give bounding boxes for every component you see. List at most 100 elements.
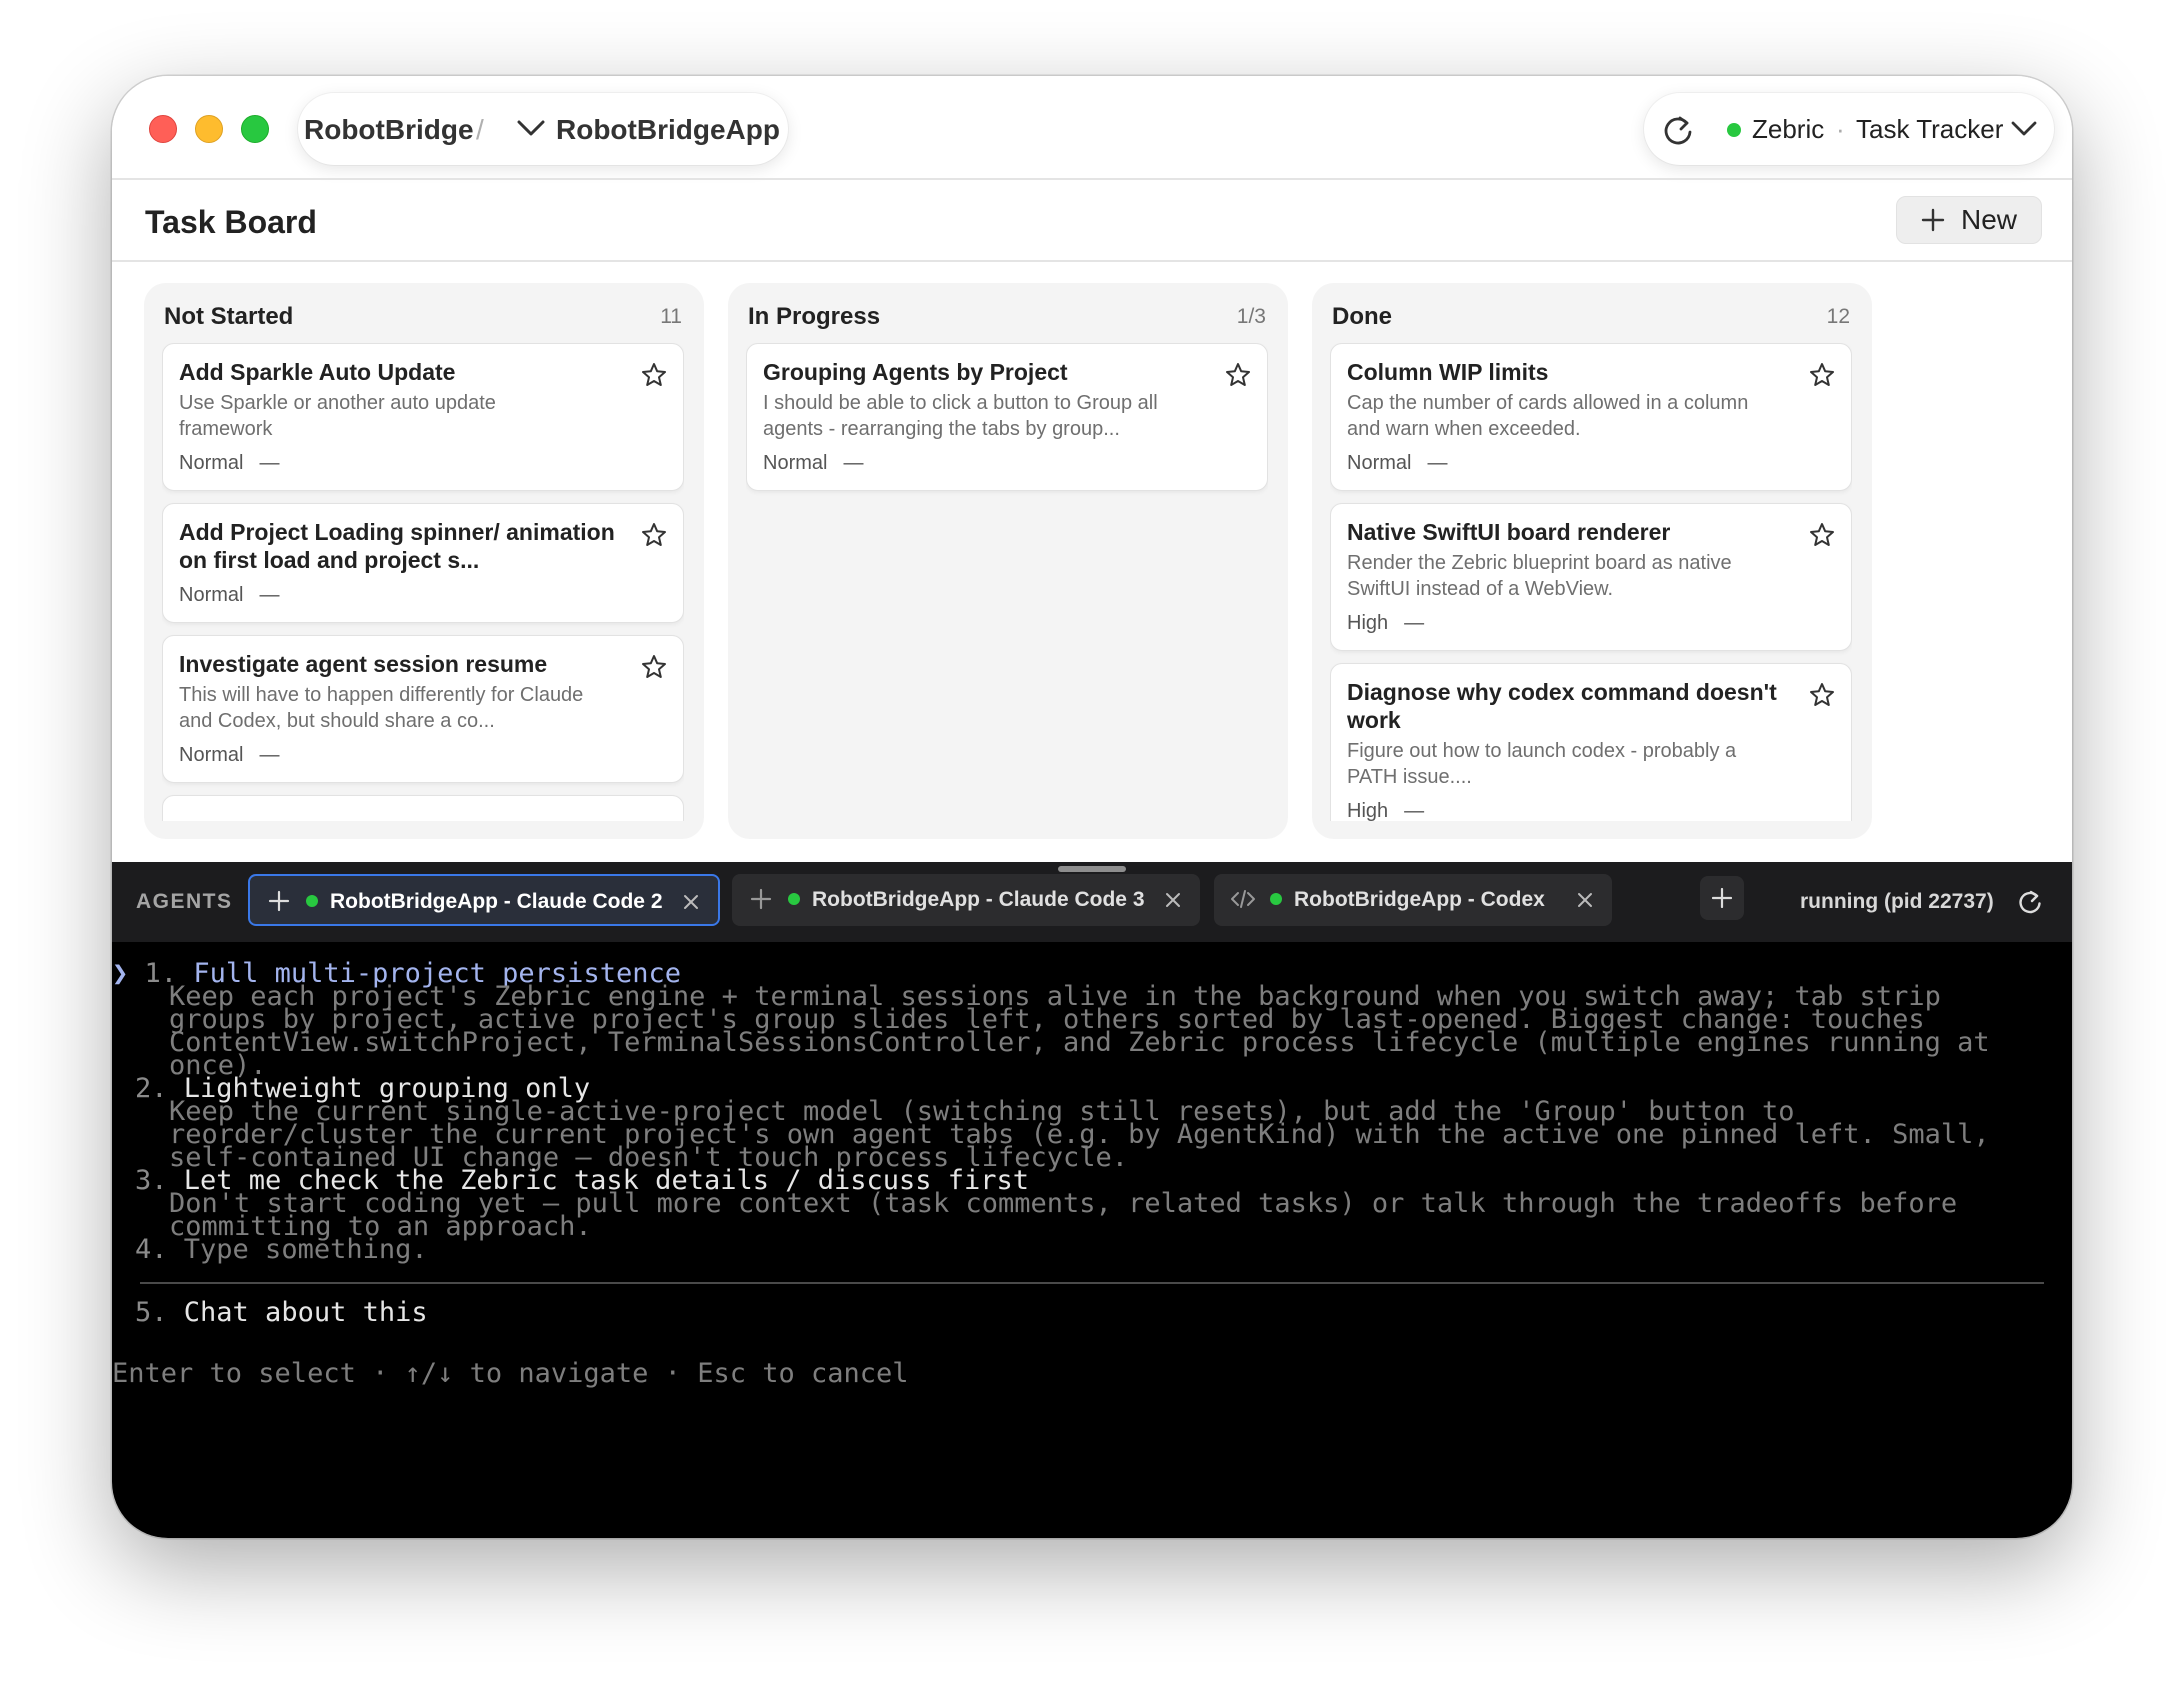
task-card[interactable]: Grouping Agents by Project I should be a… bbox=[746, 343, 1268, 491]
workspace-app-name[interactable]: Task Tracker bbox=[1856, 114, 2003, 145]
workspace-name[interactable]: Zebric bbox=[1752, 114, 1824, 145]
terminal-divider bbox=[140, 1282, 2044, 1284]
agent-tab-claude-code-2[interactable]: RobotBridgeApp - Claude Code 2 bbox=[248, 874, 720, 926]
close-icon[interactable] bbox=[1576, 891, 1594, 909]
card-description: Render the Zebric blueprint board as nat… bbox=[1347, 552, 1732, 600]
card-priority: Normal bbox=[1347, 452, 1412, 474]
terminal-option-line[interactable]: 5. Chat about this bbox=[135, 1297, 428, 1329]
agents-tab-bar: AGENTS RobotBridgeApp - Claude Code 2 Ro… bbox=[112, 862, 2072, 942]
card-meta: Normal — bbox=[179, 742, 667, 768]
minimize-window-button[interactable] bbox=[195, 115, 223, 143]
task-card[interactable]: Add Sparkle Auto Update Use Sparkle or a… bbox=[162, 343, 684, 491]
terminal-footer-hint: Enter to select · ↑/↓ to navigate · Esc … bbox=[112, 1358, 909, 1389]
card-meta: High — bbox=[1347, 610, 1835, 636]
column-count: 1/3 bbox=[1236, 305, 1266, 328]
restart-icon[interactable] bbox=[2016, 888, 2044, 916]
task-card[interactable]: Diagnose why codex command doesn't work … bbox=[1330, 663, 1852, 821]
card-title: Add Sparkle Auto Update bbox=[179, 359, 456, 385]
star-icon[interactable] bbox=[641, 522, 667, 548]
refresh-icon[interactable] bbox=[1660, 112, 1696, 148]
column-title: Not Started bbox=[164, 303, 294, 330]
close-icon[interactable] bbox=[1164, 891, 1182, 909]
chevron-down-icon[interactable] bbox=[516, 116, 546, 140]
card-assignee: — bbox=[1427, 452, 1448, 474]
sparkle-icon bbox=[268, 890, 290, 912]
card-meta: Normal — bbox=[763, 450, 1251, 476]
task-card-partial[interactable] bbox=[162, 795, 684, 821]
card-meta: High — bbox=[1347, 798, 1835, 821]
card-priority: Normal bbox=[179, 452, 244, 474]
add-agent-button[interactable] bbox=[1700, 876, 1744, 920]
star-icon[interactable] bbox=[1809, 522, 1835, 548]
code-icon bbox=[1231, 890, 1255, 908]
agents-label: AGENTS bbox=[136, 890, 233, 913]
close-icon[interactable] bbox=[682, 893, 700, 911]
option-title: Type something. bbox=[183, 1234, 428, 1265]
column-title: Done bbox=[1332, 303, 1392, 330]
column-done: Done 12 Column WIP limits Cap the number… bbox=[1312, 283, 1872, 839]
divider bbox=[112, 260, 2072, 262]
option-number: 5. bbox=[135, 1297, 168, 1328]
card-title: Add Project Loading spinner/ animation o… bbox=[179, 519, 615, 573]
card-priority: Normal bbox=[179, 744, 244, 766]
card-assignee: — bbox=[259, 744, 280, 766]
card-meta: Normal — bbox=[179, 582, 667, 608]
star-icon[interactable] bbox=[1225, 362, 1251, 388]
card-priority: High bbox=[1347, 612, 1389, 634]
chevron-down-icon[interactable] bbox=[2010, 118, 2038, 140]
agent-tab-label: RobotBridgeApp - Codex bbox=[1294, 888, 1545, 911]
star-icon[interactable] bbox=[1809, 362, 1835, 388]
card-assignee: — bbox=[259, 584, 280, 606]
card-title: Grouping Agents by Project bbox=[763, 359, 1068, 385]
new-task-label: New bbox=[1961, 204, 2018, 235]
sparkle-icon bbox=[750, 888, 772, 910]
option-number: 2. bbox=[135, 1073, 168, 1104]
card-priority: Normal bbox=[179, 584, 244, 606]
option-title: Chat about this bbox=[183, 1297, 428, 1328]
card-list[interactable]: Grouping Agents by Project I should be a… bbox=[746, 343, 1268, 821]
close-window-button[interactable] bbox=[149, 115, 177, 143]
task-card[interactable]: Column WIP limits Cap the number of card… bbox=[1330, 343, 1852, 491]
plus-icon bbox=[1921, 208, 1945, 232]
task-card[interactable]: Add Project Loading spinner/ animation o… bbox=[162, 503, 684, 623]
card-meta: Normal — bbox=[179, 450, 667, 476]
breadcrumb-separator: / bbox=[476, 114, 484, 145]
terminal-output[interactable]: ❯ 1. Full multi-project persistence Keep… bbox=[112, 958, 2072, 1538]
card-description: I should be able to click a button to Gr… bbox=[763, 392, 1158, 440]
agent-tab-claude-code-3[interactable]: RobotBridgeApp - Claude Code 3 bbox=[732, 874, 1200, 926]
card-list[interactable]: Column WIP limits Cap the number of card… bbox=[1330, 343, 1852, 821]
workspace-separator: · bbox=[1836, 114, 1845, 144]
divider bbox=[112, 178, 2072, 180]
agent-tab-label: RobotBridgeApp - Claude Code 2 bbox=[330, 890, 663, 913]
task-card[interactable]: Native SwiftUI board renderer Render the… bbox=[1330, 503, 1852, 651]
star-icon[interactable] bbox=[641, 362, 667, 388]
column-count: 12 bbox=[1826, 305, 1850, 328]
agent-tab-label: RobotBridgeApp - Claude Code 3 bbox=[812, 888, 1145, 911]
agent-status-dot bbox=[788, 893, 800, 905]
card-title: Diagnose why codex command doesn't work bbox=[1347, 679, 1777, 733]
zoom-window-button[interactable] bbox=[241, 115, 269, 143]
terminal-option-line[interactable]: 4. Type something. bbox=[135, 1234, 428, 1266]
plus-icon bbox=[1712, 888, 1732, 908]
task-card[interactable]: Investigate agent session resume This wi… bbox=[162, 635, 684, 783]
column-title: In Progress bbox=[748, 303, 881, 330]
card-description: Figure out how to launch codex - probabl… bbox=[1347, 740, 1737, 788]
breadcrumb-root[interactable]: RobotBridge bbox=[304, 114, 474, 146]
app-window: RobotBridge / RobotBridgeApp Zebric · Ta… bbox=[112, 76, 2072, 1538]
card-priority: High bbox=[1347, 800, 1389, 821]
panel-resize-handle[interactable] bbox=[1058, 866, 1126, 872]
card-list[interactable]: Add Sparkle Auto Update Use Sparkle or a… bbox=[162, 343, 684, 821]
new-task-button[interactable]: New bbox=[1896, 196, 2042, 244]
project-selector[interactable]: RobotBridgeApp bbox=[556, 114, 780, 146]
card-description: Use Sparkle or another auto update frame… bbox=[179, 392, 496, 440]
card-meta: Normal — bbox=[1347, 450, 1835, 476]
selection-cursor: ❯ bbox=[112, 958, 129, 989]
star-icon[interactable] bbox=[1809, 682, 1835, 708]
card-assignee: — bbox=[843, 452, 864, 474]
agent-tab-codex[interactable]: RobotBridgeApp - Codex bbox=[1214, 874, 1612, 926]
agent-status-dot bbox=[306, 895, 318, 907]
column-count: 11 bbox=[660, 305, 682, 328]
column-in-progress: In Progress 1/3 Grouping Agents by Proje… bbox=[728, 283, 1288, 839]
star-icon[interactable] bbox=[641, 654, 667, 680]
title-bar: RobotBridge / RobotBridgeApp Zebric · Ta… bbox=[112, 76, 2072, 178]
